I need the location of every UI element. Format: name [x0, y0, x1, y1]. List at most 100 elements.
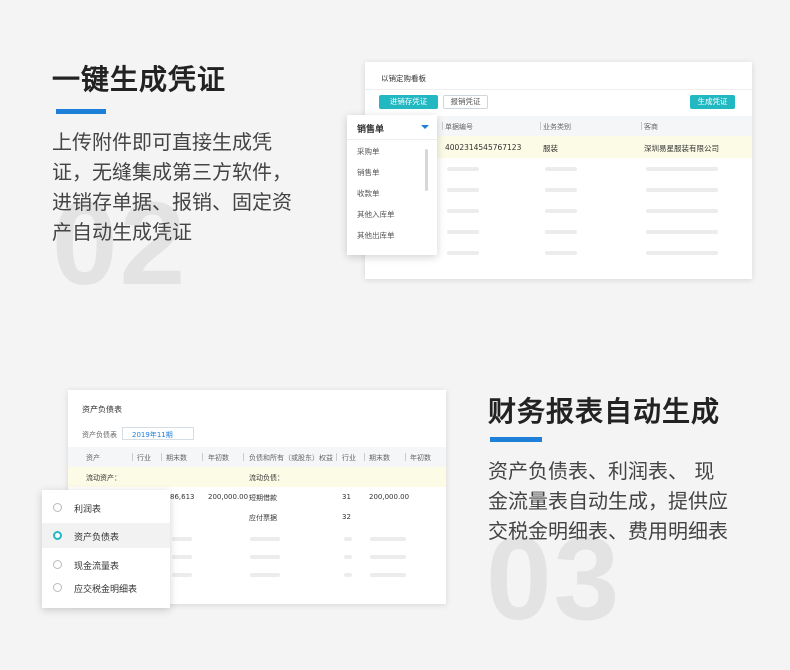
placeholder-cell	[370, 573, 406, 577]
header-end: 期末数	[166, 454, 187, 462]
cell-liability-end: 200,000.00	[369, 493, 410, 501]
placeholder-cell	[250, 573, 280, 577]
divider	[365, 89, 752, 90]
placeholder-cell	[447, 167, 479, 171]
menu-item[interactable]: 利润表	[42, 497, 170, 518]
column-separator	[336, 453, 337, 461]
cell-liability: 应付票据	[249, 514, 277, 522]
menu-item[interactable]: 应交税金明细表	[42, 577, 170, 598]
row-merchant: 深圳易星服装有限公司	[644, 144, 719, 153]
dropdown-option[interactable]: 其他入库单	[357, 209, 395, 220]
header-end2: 期末数	[369, 454, 390, 462]
section-description: 资产负债表、利润表、 现 金流量表自动生成，提供应 交税金明细表、费用明细表	[488, 456, 778, 546]
placeholder-cell	[447, 251, 479, 255]
panel-title: 资产负债表	[82, 405, 122, 414]
placeholder-cell	[172, 537, 192, 541]
dropdown-option[interactable]: 其他出库单	[357, 230, 395, 241]
menu-item-selected[interactable]: 资产负债表	[42, 523, 170, 548]
title-underline	[490, 437, 542, 442]
panel-title: 以销定购看板	[381, 74, 426, 83]
column-separator	[243, 453, 244, 461]
desc-line: 上传附件即可直接生成凭	[52, 130, 272, 154]
column-separator	[641, 122, 642, 130]
dropdown-option[interactable]: 采购单	[357, 146, 380, 157]
placeholder-cell	[646, 167, 718, 171]
header-liability: 负债和所有（或股东）权益	[249, 454, 333, 462]
menu-item-label: 利润表	[74, 505, 102, 515]
section-description: 上传附件即可直接生成凭 证，无缝集成第三方软件， 进销存单据、报销、固定资 产自…	[52, 127, 342, 247]
expense-voucher-button[interactable]: 报销凭证	[443, 95, 488, 109]
placeholder-cell	[646, 230, 718, 234]
header-begin: 年初数	[208, 454, 229, 462]
placeholder-cell	[545, 209, 577, 213]
menu-item-label: 现金流量表	[74, 562, 120, 572]
scrollbar[interactable]	[425, 149, 428, 191]
column-separator	[540, 122, 541, 130]
column-separator	[161, 453, 162, 461]
column-separator	[202, 453, 203, 461]
column-separator	[364, 453, 365, 461]
inventory-voucher-button[interactable]: 进销存凭证	[379, 95, 438, 109]
placeholder-cell	[447, 230, 479, 234]
section-label: 流动资产：	[86, 474, 121, 482]
column-separator	[405, 453, 406, 461]
desc-line: 产自动生成凭证	[52, 220, 192, 244]
divider	[347, 139, 437, 140]
header-line: 行业	[137, 454, 151, 462]
radio-icon[interactable]	[53, 560, 62, 569]
report-type-menu: 利润表 资产负债表 现金流量表 应交税金明细表	[42, 490, 170, 608]
desc-line: 进销存单据、报销、固定资	[52, 190, 292, 214]
dropdown-option[interactable]: 销售单	[357, 167, 380, 178]
placeholder-cell	[344, 555, 352, 559]
cell-line: 31	[342, 493, 351, 501]
column-separator	[132, 453, 133, 461]
cell-liability: 短期借款	[249, 494, 277, 502]
cell-begin: 200,000.00	[208, 493, 249, 501]
header-merchant: 客商	[644, 123, 658, 131]
header-category: 业务类别	[543, 123, 571, 131]
placeholder-cell	[172, 573, 192, 577]
placeholder-cell	[545, 251, 577, 255]
section-label: 流动负债：	[249, 474, 284, 482]
placeholder-cell	[250, 537, 280, 541]
desc-line: 交税金明细表、费用明细表	[488, 519, 728, 543]
placeholder-cell	[370, 537, 406, 541]
radio-icon[interactable]	[53, 583, 62, 592]
placeholder-cell	[545, 230, 577, 234]
generate-voucher-button[interactable]: 生成凭证	[690, 95, 735, 109]
chevron-down-icon[interactable]	[421, 125, 429, 129]
column-separator	[442, 122, 443, 130]
menu-item-label: 应交税金明细表	[74, 585, 138, 595]
placeholder-cell	[646, 209, 718, 213]
placeholder-cell	[370, 555, 406, 559]
document-type-dropdown[interactable]: 销售单 采购单 销售单 收款单 其他入库单 其他出库单	[347, 115, 437, 255]
header-code: 单据编号	[445, 123, 473, 131]
placeholder-cell	[344, 573, 352, 577]
menu-item[interactable]: 现金流量表	[42, 554, 170, 575]
placeholder-cell	[646, 188, 718, 192]
section-title: 财务报表自动生成	[488, 395, 721, 428]
filter-label: 资产负债表	[82, 431, 117, 439]
row-code: 4002314545767123	[445, 143, 522, 152]
placeholder-cell	[646, 251, 718, 255]
dropdown-option[interactable]: 收款单	[357, 188, 380, 199]
desc-line: 证，无缝集成第三方软件，	[52, 160, 292, 184]
period-select[interactable]: 2019年11期	[122, 427, 194, 440]
menu-item-label: 资产负债表	[74, 533, 120, 543]
cell-line: 32	[342, 513, 351, 521]
placeholder-cell	[250, 555, 280, 559]
placeholder-cell	[172, 555, 192, 559]
desc-line: 资产负债表、利润表、 现	[488, 459, 715, 483]
dropdown-selected: 销售单	[357, 125, 385, 135]
radio-selected-icon[interactable]	[53, 531, 62, 540]
placeholder-cell	[545, 167, 577, 171]
title-underline	[56, 109, 106, 114]
header-line2: 行业	[342, 454, 356, 462]
table-header: 资产 行业 期末数 年初数 负债和所有（或股东）权益 行业 期末数 年初数	[68, 447, 446, 467]
header-begin2: 年初数	[410, 454, 431, 462]
desc-line: 金流量表自动生成，提供应	[488, 489, 728, 513]
radio-icon[interactable]	[53, 503, 62, 512]
placeholder-cell	[545, 188, 577, 192]
table-row: 流动资产： 流动负债：	[68, 467, 446, 487]
row-category: 服装	[543, 144, 558, 153]
